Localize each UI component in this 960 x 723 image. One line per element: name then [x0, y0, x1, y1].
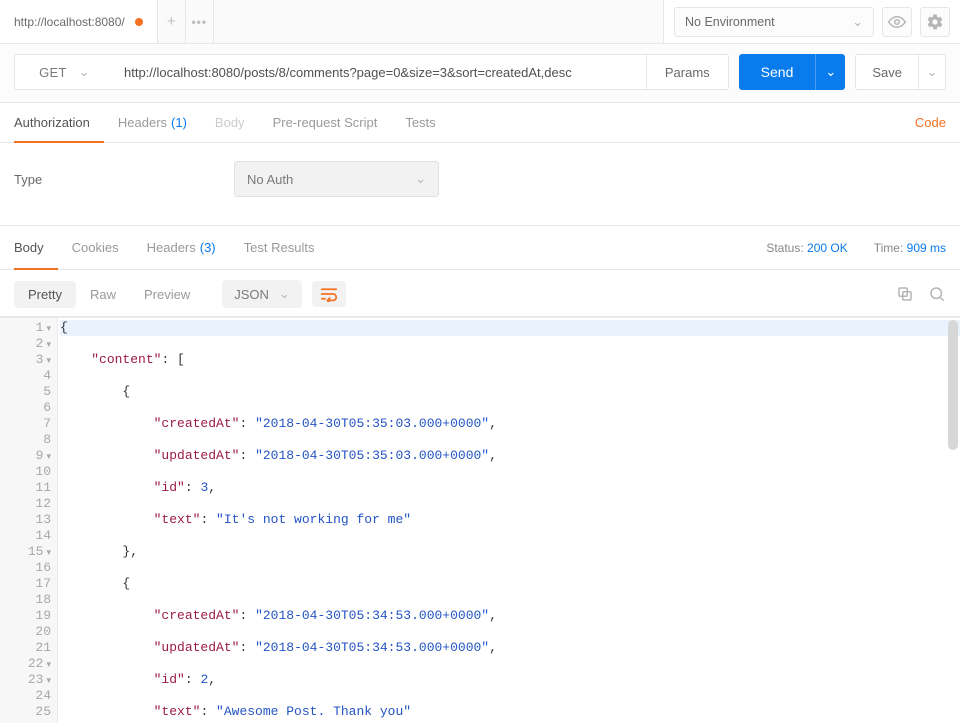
send-dropdown[interactable]: ⌄: [815, 54, 845, 90]
view-preview[interactable]: Preview: [130, 281, 204, 308]
search-icon: [928, 285, 946, 303]
view-pretty[interactable]: Pretty: [14, 281, 76, 308]
params-button[interactable]: Params: [647, 54, 729, 90]
status-label: Status:: [766, 241, 803, 255]
body-toolbar-right: [896, 285, 946, 303]
resp-tab-test-results-label: Test Results: [244, 240, 315, 255]
tab-headers-count: (1): [171, 115, 187, 130]
tab-headers-label: Headers: [118, 115, 167, 130]
auth-type-label: Type: [14, 172, 234, 187]
tab-headers[interactable]: Headers (1): [104, 103, 201, 142]
resp-tab-headers-label: Headers: [147, 240, 196, 255]
tab-tests[interactable]: Tests: [391, 103, 449, 142]
settings-button[interactable]: [920, 7, 950, 37]
resp-tab-cookies-label: Cookies: [72, 240, 119, 255]
environment-selected-label: No Environment: [685, 15, 775, 29]
send-button-group: Send ⌄: [739, 54, 846, 90]
view-raw[interactable]: Raw: [76, 281, 130, 308]
code-editor[interactable]: 1234567891011121314151617181920212223242…: [0, 317, 960, 723]
chevron-down-icon: ⌄: [825, 64, 836, 80]
format-selected: JSON: [234, 287, 269, 302]
eye-icon: [888, 13, 906, 31]
save-button-group: Save ⌄: [855, 54, 946, 90]
response-status: Status: 200 OK Time: 909 ms: [766, 241, 946, 255]
response-tabs: Body Cookies Headers (3) Test Results St…: [0, 226, 960, 270]
plus-icon: +: [167, 13, 176, 30]
resp-tab-cookies[interactable]: Cookies: [58, 226, 133, 269]
code-gutter: 1234567891011121314151617181920212223242…: [0, 318, 58, 723]
wrap-lines-button[interactable]: [312, 281, 346, 307]
resp-tab-test-results[interactable]: Test Results: [230, 226, 329, 269]
tab-prerequest[interactable]: Pre-request Script: [259, 103, 392, 142]
format-select[interactable]: JSON ⌄: [222, 280, 302, 308]
send-button[interactable]: Send: [739, 54, 816, 90]
code-content: { "content": [ { "createdAt": "2018-04-3…: [58, 318, 960, 723]
tab-body[interactable]: Body: [201, 103, 259, 142]
chevron-down-icon: ⌄: [927, 64, 938, 80]
chevron-down-icon: ⌄: [79, 64, 90, 80]
tabs-region: http://localhost:8080/ + •••: [0, 0, 664, 43]
copy-icon: [896, 285, 914, 303]
new-tab-button[interactable]: +: [158, 0, 186, 43]
tab-overflow-button[interactable]: •••: [186, 0, 214, 43]
tab-authorization-label: Authorization: [14, 115, 90, 130]
environment-region: No Environment ⌄: [664, 0, 960, 43]
resp-tab-headers-count: (3): [200, 240, 216, 255]
auth-type-select[interactable]: No Auth ⌄: [234, 161, 439, 197]
tab-tests-label: Tests: [405, 115, 435, 130]
request-row: GET ⌄ Params Send ⌄ Save ⌄: [0, 44, 960, 103]
copy-button[interactable]: [896, 285, 914, 303]
search-button[interactable]: [928, 285, 946, 303]
resp-tab-headers[interactable]: Headers (3): [133, 226, 230, 269]
code-link[interactable]: Code: [915, 115, 946, 130]
save-button[interactable]: Save: [855, 54, 918, 90]
request-subtabs: Authorization Headers (1) Body Pre-reque…: [0, 103, 960, 143]
scrollbar[interactable]: [948, 320, 958, 721]
http-method-label: GET: [39, 65, 67, 80]
tab-authorization[interactable]: Authorization: [14, 104, 104, 143]
url-input[interactable]: [114, 54, 647, 90]
chevron-down-icon: ⌄: [415, 171, 426, 187]
auth-row: Type No Auth ⌄: [0, 143, 960, 226]
time-label: Time:: [874, 241, 904, 255]
ellipsis-icon: •••: [191, 15, 207, 29]
request-tab[interactable]: http://localhost:8080/: [0, 0, 158, 43]
time-value: 909 ms: [907, 241, 946, 255]
environment-quicklook-button[interactable]: [882, 7, 912, 37]
resp-tab-body[interactable]: Body: [14, 227, 58, 270]
scroll-thumb[interactable]: [948, 320, 958, 450]
body-toolbar: Pretty Raw Preview JSON ⌄: [0, 270, 960, 317]
save-dropdown[interactable]: ⌄: [918, 54, 946, 90]
view-mode-group: Pretty Raw Preview: [14, 281, 204, 308]
environment-select[interactable]: No Environment ⌄: [674, 7, 874, 37]
tab-prerequest-label: Pre-request Script: [273, 115, 378, 130]
topbar: http://localhost:8080/ + ••• No Environm…: [0, 0, 960, 44]
request-tab-title: http://localhost:8080/: [14, 15, 125, 29]
tabs-spacer: [214, 0, 664, 43]
auth-type-selected: No Auth: [247, 172, 293, 187]
dirty-indicator-icon: [135, 18, 143, 26]
gear-icon: [926, 13, 944, 31]
status-value: 200 OK: [807, 241, 848, 255]
tab-body-label: Body: [215, 115, 245, 130]
resp-tab-body-label: Body: [14, 240, 44, 255]
http-method-select[interactable]: GET ⌄: [14, 54, 114, 90]
wrap-lines-icon: [319, 286, 339, 302]
chevron-down-icon: ⌄: [279, 286, 290, 302]
chevron-down-icon: ⌄: [852, 14, 863, 30]
